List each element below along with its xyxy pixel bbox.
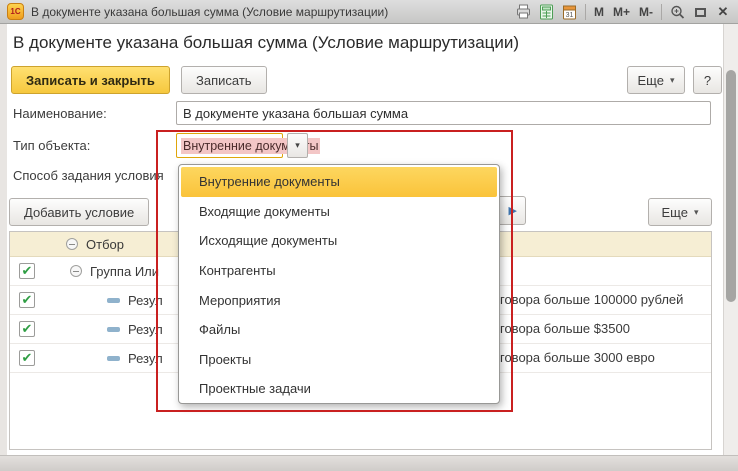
row-checkbox[interactable]: ✔ <box>19 263 35 279</box>
more-button-filter[interactable]: Еще ▾ <box>648 198 712 226</box>
object-type-dropdown-list: Внутренние документы Входящие документы … <box>178 164 500 404</box>
row-right-text: говора больше 100000 рублей <box>500 292 683 307</box>
chevron-down-icon: ▾ <box>694 207 699 218</box>
chevron-down-icon: ▾ <box>670 75 675 86</box>
app-window: 1С В документе указана большая сумма (Ус… <box>0 0 738 471</box>
more-button-label: Еще <box>638 73 664 88</box>
object-type-dropdown-button[interactable]: ▾ <box>287 133 308 158</box>
dropdown-option[interactable]: Проектные задачи <box>179 374 499 404</box>
row-label: Резул <box>128 322 163 337</box>
dropdown-option[interactable]: Файлы <box>179 315 499 345</box>
scrollbar-thumb[interactable] <box>726 70 736 302</box>
page-title: В документе указана большая сумма (Услов… <box>13 33 519 53</box>
dropdown-option[interactable]: Мероприятия <box>179 285 499 315</box>
more-button-label: Еще <box>662 205 688 220</box>
row-checkbox[interactable]: ✔ <box>19 350 35 366</box>
name-input[interactable] <box>176 101 711 125</box>
more-button-top[interactable]: Еще ▾ <box>627 66 685 94</box>
zoom-icon[interactable] <box>667 3 687 22</box>
row-label: Резул <box>128 351 163 366</box>
dropdown-option[interactable]: Проекты <box>179 345 499 375</box>
form-content: В документе указана большая сумма (Услов… <box>7 24 723 455</box>
filter-group-header-label: Отбор <box>86 237 124 252</box>
window-title: В документе указана большая сумма (Услов… <box>31 5 388 19</box>
condition-item-icon <box>107 356 120 361</box>
vertical-scrollbar[interactable] <box>723 24 738 455</box>
row-label: Резул <box>128 293 163 308</box>
row-checkbox[interactable]: ✔ <box>19 292 35 308</box>
maximize-icon[interactable] <box>690 3 710 22</box>
row-label: Группа Или <box>90 264 159 279</box>
dropdown-option[interactable]: Исходящие документы <box>179 226 499 256</box>
dropdown-option[interactable]: Контрагенты <box>179 256 499 286</box>
save-and-close-button[interactable]: Записать и закрыть <box>11 66 170 94</box>
close-icon[interactable]: ✕ <box>713 3 733 22</box>
svg-text:31: 31 <box>566 12 574 19</box>
check-icon: ✔ <box>22 351 33 364</box>
condition-method-label: Способ задания условия <box>13 168 164 183</box>
row-right-text: говора больше $3500 <box>500 321 630 336</box>
dropdown-option-selected[interactable]: Внутренние документы <box>181 167 497 197</box>
titlebar-separator <box>585 4 586 20</box>
object-type-label: Тип объекта: <box>13 138 90 153</box>
check-icon: ✔ <box>22 293 33 306</box>
add-condition-button[interactable]: Добавить условие <box>9 198 149 226</box>
row-checkbox[interactable]: ✔ <box>19 321 35 337</box>
condition-item-icon <box>107 298 120 303</box>
memory-m-plus-button[interactable]: М+ <box>610 3 633 22</box>
object-type-combobox[interactable]: Внутренние документы <box>176 133 283 158</box>
check-icon: ✔ <box>22 264 33 277</box>
memory-m-minus-button[interactable]: М- <box>636 3 656 22</box>
print-icon[interactable] <box>514 3 534 22</box>
memory-m-button[interactable]: М <box>591 3 607 22</box>
check-icon: ✔ <box>22 322 33 335</box>
condition-item-icon <box>107 327 120 332</box>
save-button[interactable]: Записать <box>181 66 267 94</box>
1c-logo-icon: 1С <box>7 3 24 20</box>
name-field-label: Наименование: <box>13 106 107 121</box>
calculator-icon[interactable] <box>537 3 557 22</box>
blue-arrow-icon: ▶ <box>509 204 517 217</box>
window-bottom-border <box>0 455 738 471</box>
titlebar-separator <box>661 4 662 20</box>
calendar-icon[interactable]: 31 <box>560 3 580 22</box>
collapse-icon[interactable] <box>70 265 82 277</box>
dropdown-option[interactable]: Входящие документы <box>179 197 499 227</box>
title-bar: 1С В документе указана большая сумма (Ус… <box>0 0 738 24</box>
row-right-text: говора больше 3000 евро <box>500 350 655 365</box>
collapse-icon[interactable] <box>66 238 78 250</box>
help-button[interactable]: ? <box>693 66 722 94</box>
